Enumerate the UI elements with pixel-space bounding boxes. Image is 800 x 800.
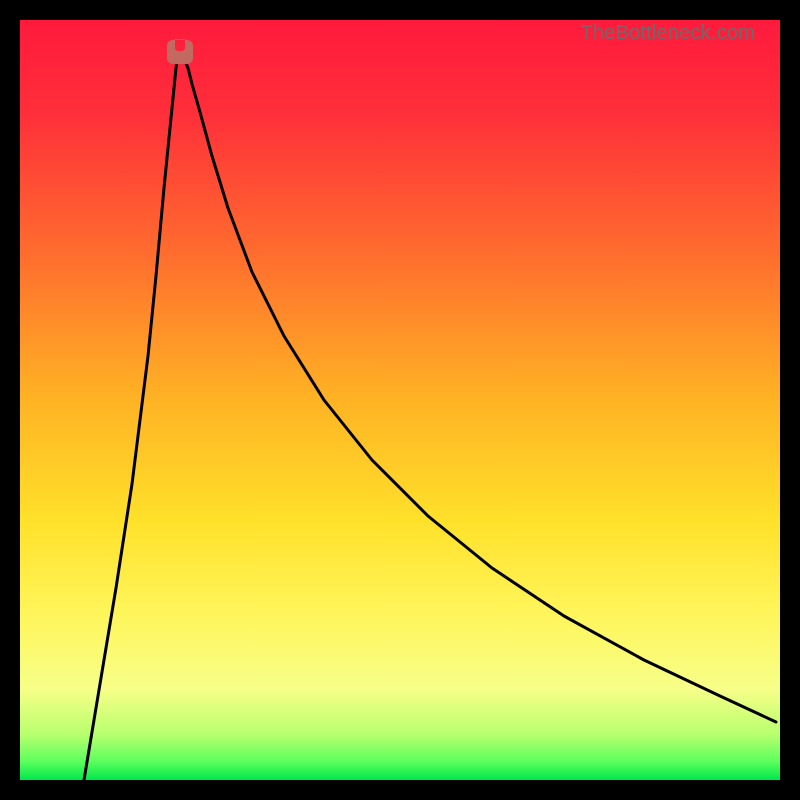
gradient-background <box>20 20 780 780</box>
watermark-text: TheBottleneck.com <box>580 22 755 45</box>
plot-area <box>20 20 780 780</box>
chart-frame: TheBottleneck.com <box>20 20 780 780</box>
chart-svg <box>20 20 780 780</box>
